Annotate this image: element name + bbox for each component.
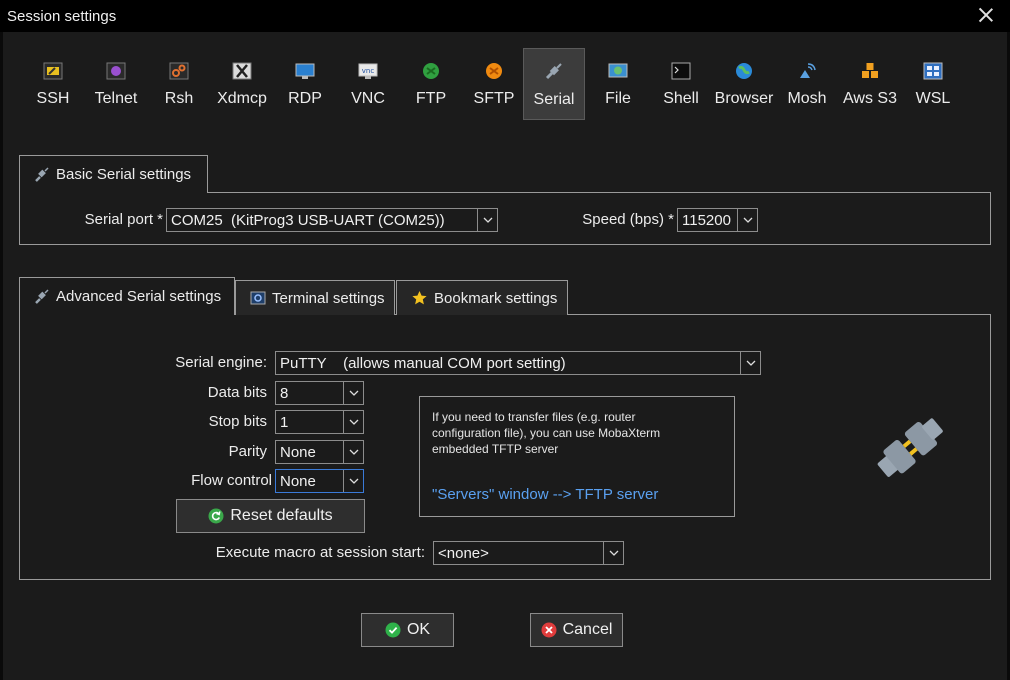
session-type-vnc[interactable]: vnc VNC <box>337 48 399 120</box>
basic-settings-panel <box>19 192 991 245</box>
serial-engine-label: Serial engine: <box>175 354 267 371</box>
serial-plug-icon <box>35 288 49 304</box>
tab-label: Basic Serial settings <box>56 166 192 183</box>
tab-bookmark-settings[interactable]: Bookmark settings <box>396 280 568 315</box>
chevron-down-icon <box>737 209 757 231</box>
cancel-button[interactable]: Cancel <box>530 613 623 647</box>
serial-port-value: COM25 (KitProg3 USB-UART (COM25)) <box>171 211 445 229</box>
chevron-down-icon <box>477 209 497 231</box>
session-type-xdmcp[interactable]: Xdmcp <box>211 48 273 120</box>
check-icon <box>385 622 401 638</box>
tab-label: Advanced Serial settings <box>56 288 222 305</box>
session-type-rsh[interactable]: Rsh <box>148 48 210 120</box>
tab-terminal-settings[interactable]: Terminal settings <box>235 280 395 315</box>
flow-control-select[interactable]: None <box>275 469 364 493</box>
tab-basic-serial-settings[interactable]: Basic Serial settings <box>19 155 208 193</box>
rsh-icon <box>169 62 189 80</box>
chevron-down-icon <box>343 441 363 463</box>
session-type-serial[interactable]: Serial <box>523 48 585 120</box>
chevron-down-icon <box>343 470 363 492</box>
star-icon <box>412 291 427 305</box>
aws-s3-icon <box>862 63 878 78</box>
session-type-rdp[interactable]: RDP <box>274 48 336 120</box>
parity-value: None <box>280 443 316 461</box>
svg-text:vnc: vnc <box>362 67 375 75</box>
session-type-telnet[interactable]: Telnet <box>85 48 147 120</box>
refresh-icon <box>208 508 224 524</box>
cancel-label: Cancel <box>562 621 613 638</box>
session-type-toolbar: SSH Telnet Rsh Xdmcp RDP vnc VNC FTP SFT… <box>22 48 982 120</box>
tftp-info-box: If you need to transfer files (e.g. rout… <box>419 396 735 517</box>
chevron-down-icon <box>603 542 623 564</box>
file-icon <box>608 63 628 78</box>
vnc-icon: vnc <box>358 63 378 79</box>
session-type-browser[interactable]: Browser <box>713 48 775 120</box>
reset-defaults-label: Reset defaults <box>230 507 333 524</box>
session-type-mosh[interactable]: Mosh <box>776 48 838 120</box>
data-bits-label: Data bits <box>207 384 267 401</box>
reset-defaults-button[interactable]: Reset defaults <box>176 499 365 533</box>
flow-control-label: Flow control <box>191 472 272 489</box>
mosh-icon <box>800 63 816 78</box>
speed-select[interactable]: 115200 <box>677 208 758 232</box>
session-type-ftp[interactable]: FTP <box>400 48 462 120</box>
data-bits-value: 8 <box>280 384 289 402</box>
ok-label: OK <box>406 621 431 638</box>
shell-icon <box>671 62 691 80</box>
parity-select[interactable]: None <box>275 440 364 464</box>
session-type-sftp[interactable]: SFTP <box>463 48 525 120</box>
window-title: Session settings <box>7 8 117 25</box>
serial-plug-icon <box>35 166 49 182</box>
flow-control-value: None <box>280 472 316 490</box>
servers-window-link[interactable]: "Servers" window --> TFTP server <box>432 486 658 503</box>
ssh-icon <box>43 62 63 80</box>
xdmcp-icon <box>232 62 252 80</box>
macro-value: <none> <box>438 544 489 562</box>
stop-bits-label: Stop bits <box>208 413 267 430</box>
speed-value: 115200 <box>682 211 731 229</box>
serial-port-select[interactable]: COM25 (KitProg3 USB-UART (COM25)) <box>166 208 498 232</box>
session-type-file[interactable]: File <box>587 48 649 120</box>
tab-advanced-serial-settings[interactable]: Advanced Serial settings <box>19 277 235 315</box>
serial-plug-illustration-icon <box>877 418 943 477</box>
serial-plug-icon <box>545 63 562 80</box>
tool-label: WSL <box>915 90 951 107</box>
macro-select[interactable]: <none> <box>433 541 624 565</box>
macro-label: Execute macro at session start: <box>215 544 425 561</box>
chevron-down-icon <box>740 352 760 374</box>
rdp-icon <box>295 63 315 79</box>
ok-button[interactable]: OK <box>361 613 454 647</box>
session-type-aws-s3[interactable]: Aws S3 <box>839 48 901 120</box>
session-type-wsl[interactable]: WSL <box>902 48 964 120</box>
stop-bits-value: 1 <box>280 413 289 431</box>
data-bits-select[interactable]: 8 <box>275 381 364 405</box>
close-icon[interactable] <box>976 5 996 25</box>
stop-bits-select[interactable]: 1 <box>275 410 364 434</box>
serial-engine-value: PuTTY (allows manual COM port setting) <box>280 354 566 372</box>
speed-label: Speed (bps) * <box>582 211 674 228</box>
session-type-shell[interactable]: Shell <box>650 48 712 120</box>
telnet-icon <box>106 62 126 80</box>
cancel-icon <box>541 622 557 638</box>
ftp-icon <box>423 63 439 79</box>
session-type-ssh[interactable]: SSH <box>22 48 84 120</box>
browser-icon <box>736 63 752 79</box>
terminal-settings-icon <box>250 291 266 305</box>
wsl-icon <box>923 62 943 80</box>
tab-label: Terminal settings <box>272 289 385 307</box>
serial-engine-select[interactable]: PuTTY (allows manual COM port setting) <box>275 351 761 375</box>
chevron-down-icon <box>343 382 363 404</box>
chevron-down-icon <box>343 411 363 433</box>
sftp-icon <box>486 63 502 79</box>
tab-label: Bookmark settings <box>434 289 558 307</box>
tftp-info-text: If you need to transfer files (e.g. rout… <box>432 410 661 456</box>
title-bar: Session settings <box>0 0 1010 32</box>
parity-label: Parity <box>228 443 267 460</box>
serial-port-label: Serial port * <box>84 211 163 228</box>
